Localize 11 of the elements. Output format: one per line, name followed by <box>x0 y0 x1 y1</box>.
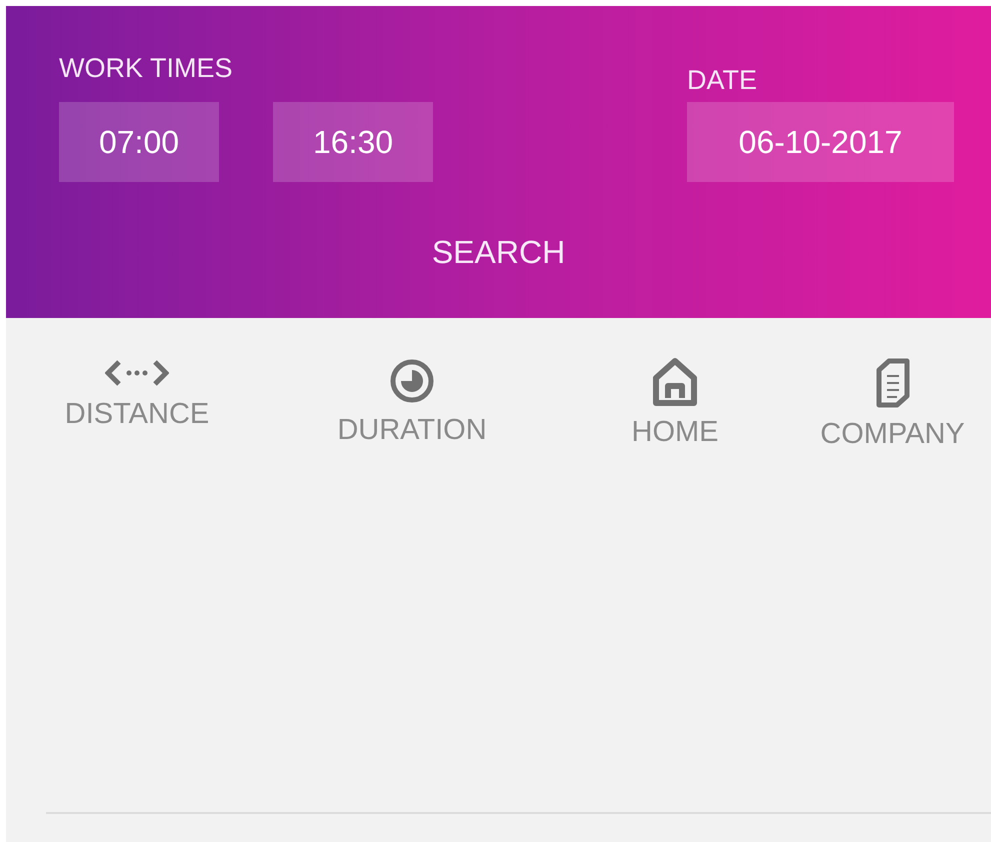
double-arrow-icon <box>105 358 169 388</box>
sort-option[interactable]: DISTANCE <box>6 358 268 451</box>
sort-option[interactable]: COMPANY <box>794 358 991 451</box>
sort-option[interactable]: HOME <box>556 358 794 451</box>
work-times-label: WORK TIMES <box>59 52 233 85</box>
sort-option[interactable]: DURATION <box>268 358 556 451</box>
search-button[interactable]: SEARCH <box>424 230 574 275</box>
home-icon <box>652 358 698 406</box>
building-icon <box>874 358 910 408</box>
date-label: DATE <box>687 64 758 97</box>
clock-icon <box>389 358 435 404</box>
